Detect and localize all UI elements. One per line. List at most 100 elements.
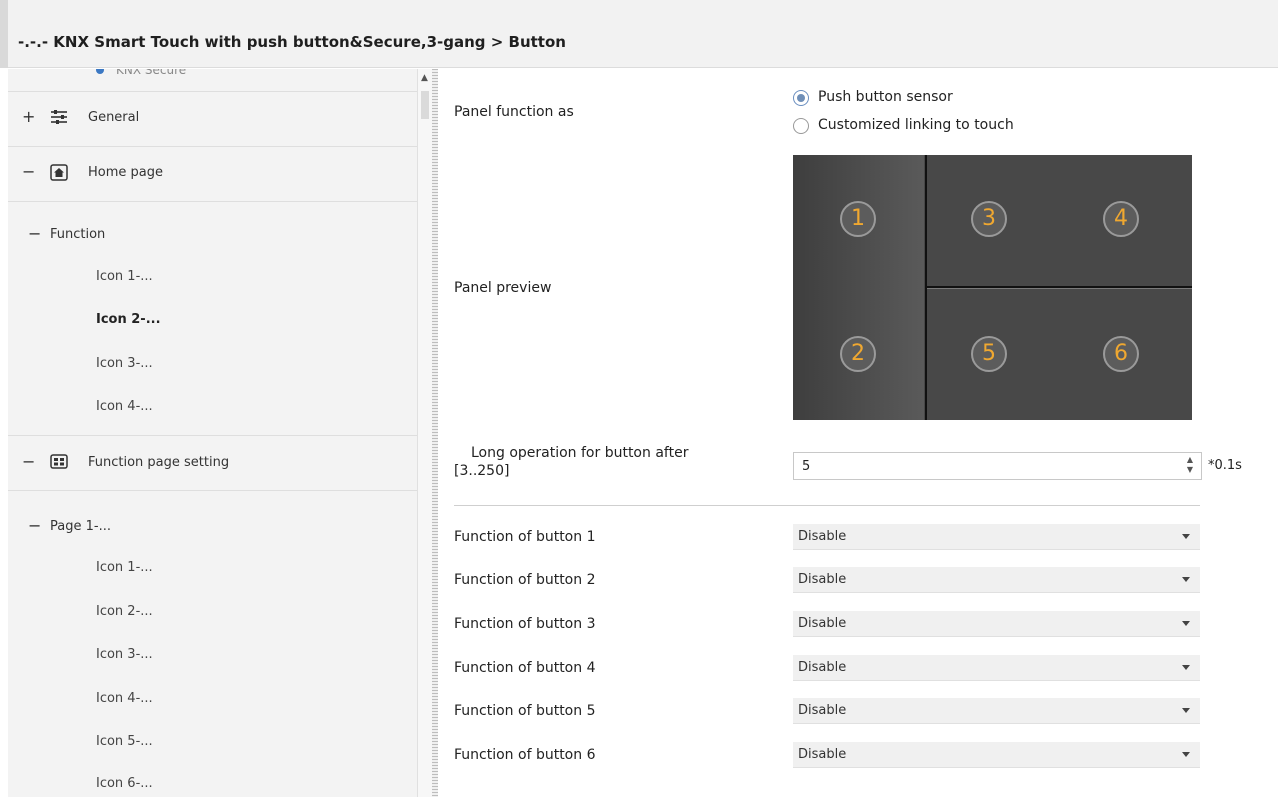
sidebar-item-label: Icon 5-... [96,734,153,749]
function-button-1-select[interactable]: Disable [793,524,1200,550]
divider [8,146,417,147]
collapse-icon[interactable]: − [22,162,35,181]
chevron-down-icon [1182,665,1190,670]
collapse-icon[interactable]: − [22,452,35,471]
divider [8,201,417,202]
function-button-1-label: Function of button 1 [454,529,596,545]
select-value: Disable [798,660,847,675]
sidebar-item-label: Icon 1-... [96,269,153,284]
collapse-icon[interactable]: − [28,224,41,243]
sidebar-item-label: General [88,110,140,125]
sidebar-item-label: Function [50,227,106,242]
long-operation-range: [3..250] [454,463,510,479]
long-operation-unit: *0.1s [1208,458,1242,473]
select-value: Disable [798,616,847,631]
sidebar-item-page-icon-4[interactable]: Icon 4-... [8,689,417,711]
sidebar-item-knx-secure[interactable]: KNX Secure [96,69,186,77]
sidebar-item-function-icon-1[interactable]: Icon 1-... [8,267,417,289]
sidebar-item-function-icon-2[interactable]: Icon 2-... [8,310,417,332]
sidebar-item-label: Home page [88,165,163,180]
parameter-panel: Panel function as Push button sensor Cus… [438,69,1278,797]
sidebar-item-function[interactable]: − Function [8,224,417,247]
panel-button-5: 5 [971,336,1007,372]
panel-button-1: 1 [840,201,876,237]
panel-button-2: 2 [840,336,876,372]
spinner-arrows-icon[interactable]: ▲ ▼ [1187,455,1193,475]
sidebar-item-page-icon-3[interactable]: Icon 3-... [8,645,417,667]
sidebar-item-home-page[interactable]: − Home page [8,162,417,185]
grid-icon [50,454,68,473]
sidebar-item-label: Icon 3-... [96,356,153,371]
sidebar-item-label: Icon 4-... [96,399,153,414]
radio-unselected-icon[interactable] [793,118,809,134]
title-bar: -.-.- KNX Smart Touch with push button&S… [0,0,1278,68]
sidebar-item-page-icon-1[interactable]: Icon 1-... [8,558,417,580]
sidebar-item-label: Icon 6-... [96,776,153,791]
function-button-3-label: Function of button 3 [454,616,596,632]
home-icon [50,164,68,185]
select-value: Disable [798,529,847,544]
section-divider [454,505,1200,506]
secure-dot-icon [96,69,104,74]
sidebar-item-function-icon-4[interactable]: Icon 4-... [8,397,417,419]
sidebar-item-general[interactable]: + General [8,107,417,130]
divider [8,490,417,491]
sidebar-tree[interactable]: KNX Secure + General − Home page − Funct… [8,69,418,797]
collapse-icon[interactable]: − [28,516,41,535]
sidebar-item-page-icon-2[interactable]: Icon 2-... [8,602,417,624]
sidebar-item-label: Icon 2-... [96,312,161,327]
panel-divider-highlight [927,288,1192,289]
sidebar-item-label: Icon 3-... [96,647,153,662]
function-button-4-select[interactable]: Disable [793,655,1200,681]
divider [8,91,417,92]
radio-selected-icon[interactable] [793,90,809,106]
chevron-down-icon [1182,577,1190,582]
sidebar-item-label: Icon 1-... [96,560,153,575]
title-bar-edge [0,0,8,68]
scrollbar-thumb[interactable] [421,91,429,119]
sidebar-item-label: Page 1-... [50,519,111,534]
chevron-down-icon [1182,621,1190,626]
function-button-5-label: Function of button 5 [454,703,596,719]
function-button-3-select[interactable]: Disable [793,611,1200,637]
long-operation-input[interactable]: 5 ▲ ▼ [793,452,1202,480]
sidebar-item-function-page-setting[interactable]: − Function page setting [8,452,417,475]
chevron-down-icon [1182,752,1190,757]
sidebar-item-function-icon-3[interactable]: Icon 3-... [8,354,417,376]
panel-button-4: 4 [1103,201,1139,237]
chevron-down-icon [1182,534,1190,539]
long-operation-label: Long operation for button after [471,445,689,461]
function-button-6-select[interactable]: Disable [793,742,1200,768]
function-button-2-label: Function of button 2 [454,572,596,588]
panel-preview: 1 2 3 4 5 6 [793,155,1192,420]
function-button-6-label: Function of button 6 [454,747,596,763]
radio-label: Customized linking to touch [818,117,1014,133]
sidebar-scrollbar[interactable]: ▲ [418,69,432,797]
select-value: Disable [798,703,847,718]
radio-label: Push button sensor [818,89,953,105]
select-value: Disable [798,747,847,762]
sidebar-item-label: KNX Secure [116,69,187,77]
expand-icon[interactable]: + [22,107,35,126]
sliders-icon [50,109,68,129]
chevron-down-icon [1182,708,1190,713]
sidebar-item-page-icon-6[interactable]: Icon 6-... [8,774,417,796]
divider [8,435,417,436]
panel-button-3: 3 [971,201,1007,237]
panel-left-key [793,155,924,420]
sidebar-item-label: Icon 4-... [96,691,153,706]
sidebar-item-page-1[interactable]: − Page 1-... [8,516,417,539]
sidebar-item-label: Icon 2-... [96,604,153,619]
scroll-up-icon[interactable]: ▲ [421,73,428,83]
page-title: -.-.- KNX Smart Touch with push button&S… [18,33,566,51]
function-button-5-select[interactable]: Disable [793,698,1200,724]
panel-function-label: Panel function as [454,104,574,120]
select-value: Disable [798,572,847,587]
sidebar-item-label: Function page setting [88,455,230,470]
panel-preview-label: Panel preview [454,280,552,296]
panel-button-6: 6 [1103,336,1139,372]
function-button-2-select[interactable]: Disable [793,567,1200,593]
function-button-4-label: Function of button 4 [454,660,596,676]
sidebar-item-page-icon-5[interactable]: Icon 5-... [8,732,417,754]
long-operation-value[interactable]: 5 [802,459,810,474]
